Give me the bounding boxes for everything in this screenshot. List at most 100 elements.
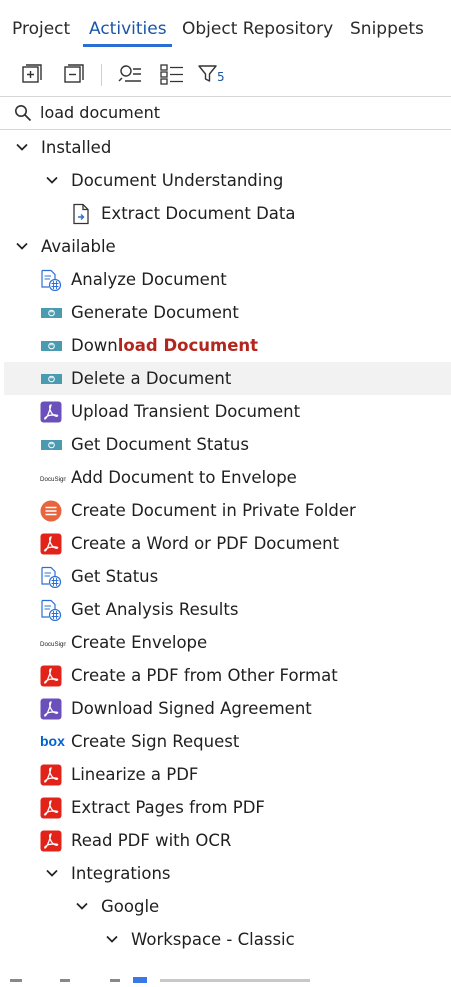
item-label-text: Create a Word or PDF Document xyxy=(71,534,340,553)
item-label-text: Down xyxy=(71,336,118,355)
view-options-button[interactable] xyxy=(158,58,186,90)
acrobat-sign-icon xyxy=(40,401,62,423)
activity-label: Get Document Status xyxy=(71,434,249,455)
activity-label: Create Envelope xyxy=(71,632,207,653)
teal-connector-icon xyxy=(40,335,62,357)
list-view-icon xyxy=(160,64,183,85)
collapse-all-button[interactable] xyxy=(60,58,88,90)
search-icon xyxy=(15,105,32,122)
category-label: Workspace - Classic xyxy=(131,930,295,949)
filter-button[interactable]: 5 xyxy=(197,58,231,90)
tree-node-google[interactable]: Google xyxy=(4,890,451,923)
acrobat-icon xyxy=(40,533,62,555)
category-label: Document Understanding xyxy=(71,171,284,190)
expand-all-button[interactable] xyxy=(18,58,46,90)
search-list-icon xyxy=(118,65,141,82)
search-input[interactable] xyxy=(40,100,440,124)
activity-label: Read PDF with OCR xyxy=(71,830,231,851)
tree-node-document-understanding[interactable]: Document Understanding xyxy=(4,164,451,197)
tab-project[interactable]: Project xyxy=(12,18,70,40)
active-tab-indicator xyxy=(83,44,172,47)
activity-item[interactable]: Create a PDF from Other Format xyxy=(4,659,451,692)
activity-label: Add Document to Envelope xyxy=(71,467,297,488)
item-label-text: Generate Document xyxy=(71,303,239,322)
activity-item[interactable]: box Create Sign Request xyxy=(4,725,451,758)
activity-item[interactable]: Delete a Document xyxy=(4,362,451,395)
tree-node-available[interactable]: Available xyxy=(4,230,451,263)
teal-connector-icon xyxy=(40,302,62,324)
item-label-text: Get Document Status xyxy=(71,435,249,454)
activity-item[interactable]: Extract Pages from PDF xyxy=(4,791,451,824)
item-label-text: Create Sign Request xyxy=(71,732,240,751)
activity-item[interactable]: Create Document in Private Folder xyxy=(4,494,451,527)
filter-count-badge: 5 xyxy=(217,70,225,84)
panel-tabs: Project Activities Object Repository Sni… xyxy=(0,0,451,48)
activity-item[interactable]: Get Analysis Results xyxy=(4,593,451,626)
category-label: Google xyxy=(101,897,160,916)
filter-icon xyxy=(198,65,217,82)
acrobat-sign-icon xyxy=(40,698,62,720)
activity-item[interactable]: Create a Word or PDF Document xyxy=(4,527,451,560)
acrobat-icon xyxy=(40,830,62,852)
activity-item[interactable]: Get Status xyxy=(4,560,451,593)
tab-snippets[interactable]: Snippets xyxy=(350,18,424,40)
item-label-text: Upload Transient Document xyxy=(71,402,301,421)
svg-text:box: box xyxy=(40,733,65,749)
document-table-icon xyxy=(40,566,62,589)
activity-item[interactable]: Analyze Document xyxy=(4,263,451,296)
tree-node-integrations[interactable]: Integrations xyxy=(4,857,451,890)
activity-label: Create Sign Request xyxy=(71,731,239,752)
orange-circle-icon xyxy=(40,500,62,522)
teal-connector-icon xyxy=(40,434,62,456)
activity-item[interactable]: Linearize a PDF xyxy=(4,758,451,791)
item-label-text: Extract Pages from PDF xyxy=(71,798,265,817)
activity-label: Get Status xyxy=(71,566,158,587)
chevron-down-icon[interactable] xyxy=(104,931,120,947)
activity-item[interactable]: DocuSign Create Envelope xyxy=(4,626,451,659)
search-match-highlight: load Document xyxy=(117,336,259,355)
activity-label: Extract Pages from PDF xyxy=(71,797,265,818)
item-label-text: Add Document to Envelope xyxy=(71,468,297,487)
collapse-all-icon xyxy=(64,64,84,83)
activity-extract-document-data[interactable]: Extract Document Data xyxy=(4,197,451,230)
activity-label: Create Document in Private Folder xyxy=(71,500,356,521)
item-label-text: Get Analysis Results xyxy=(71,600,239,619)
activity-label: Create a Word or PDF Document xyxy=(71,533,339,554)
chevron-down-icon[interactable] xyxy=(14,238,30,254)
tab-activities[interactable]: Activities xyxy=(89,18,167,40)
chevron-down-icon[interactable] xyxy=(44,865,60,881)
activity-item[interactable]: Read PDF with OCR xyxy=(4,824,451,857)
activity-item[interactable]: Upload Transient Document xyxy=(4,395,451,428)
document-table-icon xyxy=(40,599,62,622)
activity-item[interactable]: Download Document xyxy=(4,329,451,362)
activity-item[interactable]: Download Signed Agreement xyxy=(4,692,451,725)
chevron-down-icon[interactable] xyxy=(74,898,90,914)
chevron-down-icon[interactable] xyxy=(44,172,60,188)
item-label-text: Linearize a PDF xyxy=(71,765,199,784)
tree-node-workspace-classic[interactable]: Workspace - Classic xyxy=(4,923,451,956)
activity-item[interactable]: Generate Document xyxy=(4,296,451,329)
activity-item[interactable]: DocuSign Add Document to Envelope xyxy=(4,461,451,494)
activity-label: Get Analysis Results xyxy=(71,599,238,620)
tab-object-repository[interactable]: Object Repository xyxy=(182,18,333,40)
activity-label: Generate Document xyxy=(71,302,239,323)
acrobat-icon xyxy=(40,797,62,819)
tree-node-installed[interactable]: Installed xyxy=(4,131,451,164)
item-label-text: Create Document in Private Folder xyxy=(71,501,356,520)
activity-label: Download Signed Agreement xyxy=(71,698,312,719)
activity-label: Delete a Document xyxy=(71,368,231,389)
activity-item[interactable]: Get Document Status xyxy=(4,428,451,461)
chevron-down-icon[interactable] xyxy=(14,139,30,155)
activity-label: Analyze Document xyxy=(71,269,227,290)
focus-search-button[interactable] xyxy=(116,58,144,90)
docusign-icon: DocuSign xyxy=(40,467,67,489)
svg-text:DocuSign: DocuSign xyxy=(40,641,66,648)
expand-all-icon xyxy=(22,64,42,83)
item-label-text: Download Signed Agreement xyxy=(71,699,312,718)
activity-label: Upload Transient Document xyxy=(71,401,300,422)
activities-toolbar: 5 xyxy=(0,58,451,92)
category-label: Available xyxy=(41,237,116,256)
category-label: Integrations xyxy=(71,864,171,883)
document-table-icon xyxy=(40,269,62,292)
document-arrow-icon xyxy=(70,203,92,225)
